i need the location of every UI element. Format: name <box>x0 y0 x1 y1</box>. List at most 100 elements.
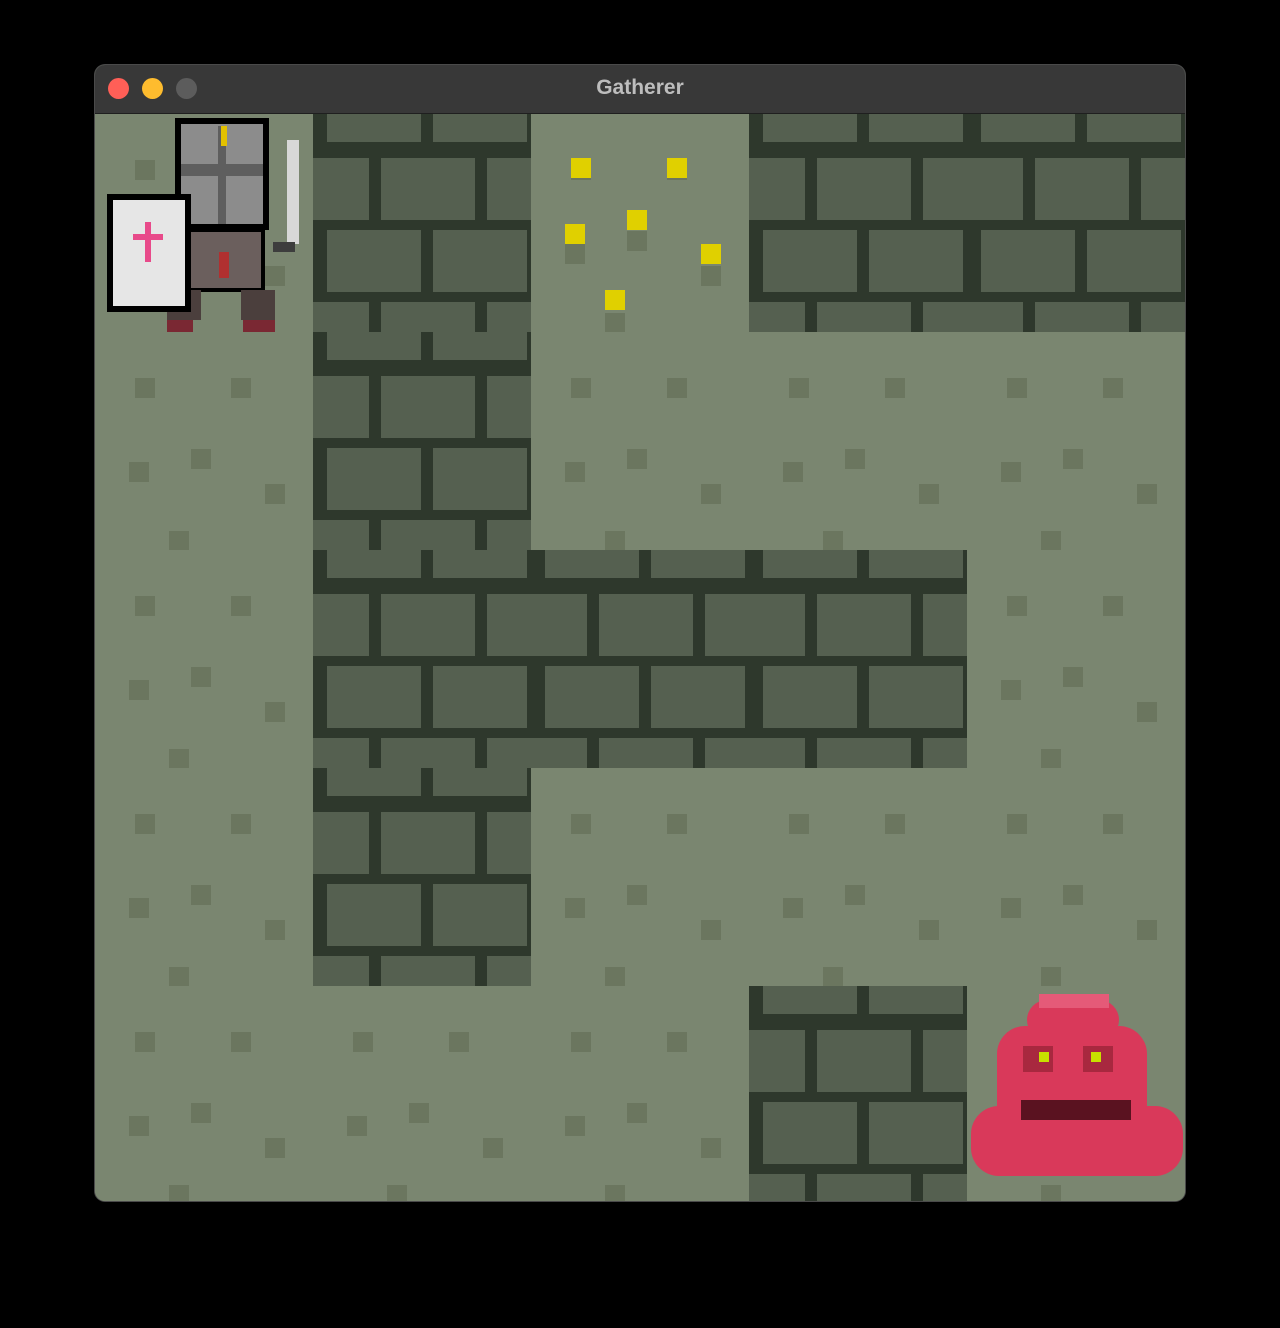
floor-speck <box>449 1032 469 1052</box>
floor-speck <box>353 1032 373 1052</box>
floor-speck <box>409 1103 429 1123</box>
gold-coin <box>667 158 687 178</box>
wall-brick <box>313 956 369 986</box>
wall-brick <box>599 738 693 768</box>
wall-brick <box>599 594 693 656</box>
floor-tile <box>749 332 967 550</box>
wall-brick <box>869 230 963 292</box>
floor-speck <box>1103 596 1123 616</box>
gold-coin <box>565 224 585 244</box>
wall-brick <box>433 448 527 510</box>
floor-speck <box>885 378 905 398</box>
wall-tile <box>313 768 531 986</box>
wall-brick <box>487 520 531 550</box>
knight-helmet-plume <box>221 126 227 146</box>
floor-speck <box>169 1185 189 1201</box>
wall-brick <box>313 812 369 874</box>
wall-brick <box>487 812 531 874</box>
floor-speck <box>1137 920 1157 940</box>
floor-speck <box>231 814 251 834</box>
wall-brick <box>381 376 475 438</box>
wall-brick <box>651 666 745 728</box>
floor-speck <box>701 484 721 504</box>
wall-brick <box>749 594 805 656</box>
floor-speck <box>231 378 251 398</box>
wall-brick <box>705 594 749 656</box>
floor-tile <box>531 986 749 1201</box>
floor-speck <box>627 231 647 251</box>
wall-brick <box>531 594 587 656</box>
window-title: Gatherer <box>596 76 684 99</box>
slime-right-eye <box>1091 1052 1101 1062</box>
floor-speck <box>1063 667 1083 687</box>
wall-brick <box>487 594 531 656</box>
floor-speck <box>1103 378 1123 398</box>
floor-speck <box>387 1185 407 1201</box>
wall-tile <box>313 114 531 332</box>
floor-speck <box>701 920 721 940</box>
knight-right-leg <box>241 290 275 320</box>
floor-tile <box>967 550 1185 768</box>
wall-brick <box>1087 230 1181 292</box>
wall-brick <box>327 230 421 292</box>
wall-brick <box>381 158 475 220</box>
wall-brick <box>327 332 421 360</box>
floor-speck <box>565 244 585 264</box>
wall-tile <box>749 550 967 768</box>
wall-brick <box>923 594 967 656</box>
wall-brick <box>313 376 369 438</box>
wall-brick <box>487 158 531 220</box>
wall-brick <box>381 302 475 332</box>
floor-speck <box>1001 462 1021 482</box>
slime-mouth <box>1021 1100 1131 1120</box>
floor-speck <box>627 885 647 905</box>
wall-tile <box>313 550 531 768</box>
floor-speck <box>1001 680 1021 700</box>
player-knight[interactable] <box>95 114 313 332</box>
floor-speck <box>231 596 251 616</box>
floor-speck <box>1137 702 1157 722</box>
floor-speck <box>1007 596 1027 616</box>
wall-tile <box>313 332 531 550</box>
wall-tile <box>531 550 749 768</box>
wall-brick <box>433 666 527 728</box>
floor-speck <box>1001 898 1021 918</box>
wall-brick <box>313 594 369 656</box>
wall-brick <box>327 884 421 946</box>
floor-speck <box>667 814 687 834</box>
wall-brick <box>817 738 911 768</box>
floor-speck <box>885 814 905 834</box>
slime-highlight <box>1039 994 1109 1008</box>
floor-speck <box>605 1185 625 1201</box>
floor-speck <box>191 1103 211 1123</box>
wall-brick <box>545 666 639 728</box>
floor-tile <box>95 550 313 768</box>
wall-brick <box>749 738 805 768</box>
floor-speck <box>265 702 285 722</box>
floor-speck <box>135 814 155 834</box>
floor-tile <box>95 332 313 550</box>
game-board[interactable] <box>95 114 1185 1201</box>
floor-tile <box>531 768 749 986</box>
wall-brick <box>869 1102 963 1164</box>
wall-brick <box>981 114 1075 142</box>
wall-brick <box>433 768 527 796</box>
wall-brick <box>1087 114 1181 142</box>
floor-speck <box>135 596 155 616</box>
enemy-slime[interactable] <box>967 986 1185 1201</box>
gold-coin <box>571 158 591 178</box>
floor-speck <box>1041 749 1061 768</box>
wall-brick <box>651 550 745 578</box>
wall-brick <box>923 1174 967 1201</box>
wall-brick <box>749 158 805 220</box>
floor-speck <box>571 1032 591 1052</box>
floor-tile <box>313 986 531 1201</box>
wall-brick <box>487 956 531 986</box>
floor-speck <box>483 1138 503 1158</box>
floor-speck <box>169 749 189 768</box>
gold-coin <box>627 210 647 230</box>
floor-speck <box>667 1032 687 1052</box>
floor-speck <box>1103 814 1123 834</box>
floor-speck <box>605 531 625 550</box>
wall-brick <box>313 520 369 550</box>
